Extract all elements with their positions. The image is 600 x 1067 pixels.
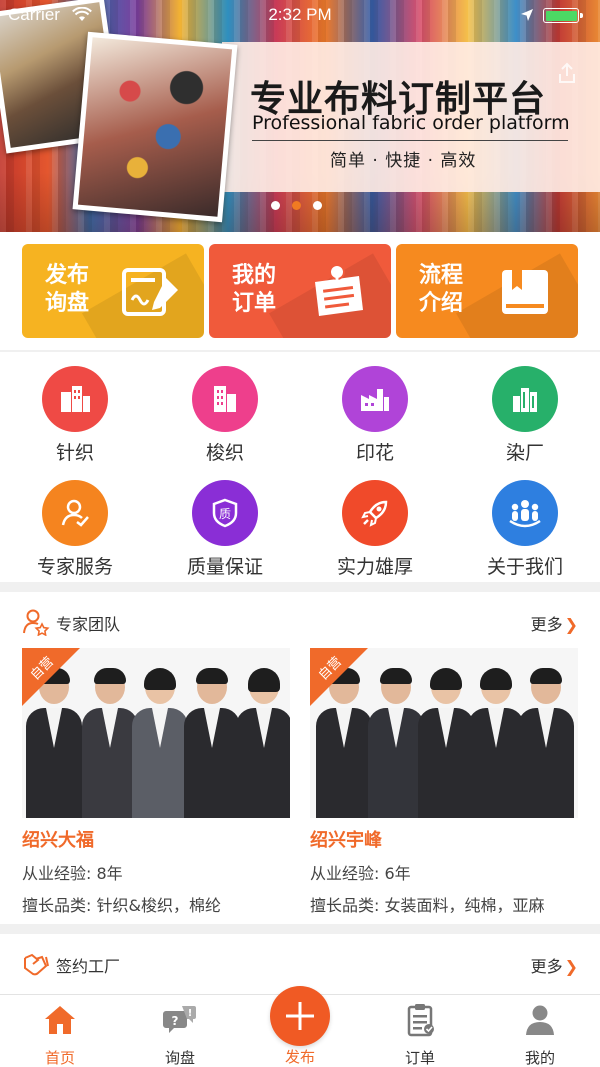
- expert-photo: 自营: [22, 648, 290, 818]
- share-icon[interactable]: [556, 62, 578, 84]
- model-photo-2: [72, 31, 238, 223]
- category-label: 质量保证: [186, 556, 263, 578]
- section-header: 签约工厂 更多 ❯: [0, 934, 600, 990]
- edit-form-icon: [122, 268, 178, 316]
- self-operated-badge: [22, 648, 80, 706]
- svg-text:质: 质: [219, 507, 231, 521]
- category-label: 针织: [55, 442, 94, 464]
- category-label: 实力雄厚: [336, 556, 413, 578]
- section-title: 签约工厂: [56, 957, 121, 976]
- tab-home[interactable]: 首页: [0, 1003, 120, 1067]
- category-quality[interactable]: 质 质量保证: [150, 480, 300, 579]
- banner-divider: [252, 140, 568, 141]
- tab-profile[interactable]: 我的: [480, 1003, 600, 1067]
- svg-text:!: !: [188, 1008, 193, 1019]
- signed-factory-section: 签约工厂 更多 ❯: [0, 934, 600, 994]
- publish-button[interactable]: [270, 986, 330, 1046]
- post-inquiry-button[interactable]: 发布 询盘: [22, 244, 204, 338]
- team-icon: [492, 480, 558, 546]
- category-label: 梭织: [205, 442, 244, 464]
- quick-actions: 发布 询盘 我的 订单 流程 介绍: [0, 232, 600, 350]
- category-grid: 针织 梭织 印花 染厂 专家服务 质 质量保证 实力雄厚 关于我们: [0, 352, 600, 582]
- category-label: 染厂: [505, 442, 544, 464]
- category-label: 关于我们: [486, 556, 563, 578]
- clipboard-icon: [407, 1004, 434, 1037]
- inquiry-bubble-icon: ? !: [163, 1006, 196, 1033]
- city-icon: [492, 366, 558, 432]
- clock: 2:32 PM: [268, 5, 332, 24]
- status-bar: Carrier 2:32 PM: [0, 0, 600, 30]
- pinned-note-icon: [315, 264, 363, 316]
- expert-star-icon: [23, 609, 50, 636]
- category-dyeing[interactable]: 染厂: [450, 366, 600, 465]
- expert-experience: 从业经验: 6年: [310, 864, 411, 883]
- location-arrow-icon: [521, 9, 533, 21]
- category-about-us[interactable]: 关于我们: [450, 480, 600, 579]
- plus-icon: [286, 1002, 314, 1030]
- user-check-icon: [42, 480, 108, 546]
- carousel-indicator[interactable]: [271, 201, 322, 210]
- expert-name: 绍兴大福: [22, 830, 94, 851]
- more-link[interactable]: 更多 ❯: [531, 611, 578, 635]
- category-knit[interactable]: 针织: [0, 366, 150, 465]
- expert-categories: 擅长品类: 针织&梭织，棉纶: [22, 896, 221, 915]
- office-building-icon: [192, 366, 258, 432]
- expert-name: 绍兴宇峰: [310, 830, 382, 851]
- category-print[interactable]: 印花: [300, 366, 450, 465]
- expert-categories: 擅长品类: 女装面料，纯棉，亚麻: [310, 896, 545, 915]
- banner-carousel[interactable]: 专业布料订制平台 Professional fabric order platf…: [0, 0, 600, 232]
- carousel-dot-active[interactable]: [292, 201, 301, 210]
- home-icon: [45, 1006, 75, 1034]
- chevron-right-icon: ❯: [564, 957, 578, 976]
- rocket-icon: [342, 480, 408, 546]
- expert-card[interactable]: 自营 绍兴宇峰 从业经验: 6年 擅长品类: 女装面料，纯棉，亚麻: [310, 648, 578, 916]
- section-title: 专家团队: [56, 615, 121, 634]
- expert-card[interactable]: 自营 绍兴大福 从业经验: 8年 擅长品类: 针织&梭织，棉纶: [22, 648, 290, 916]
- book-icon: [502, 270, 548, 314]
- my-orders-button[interactable]: 我的 订单: [209, 244, 391, 338]
- self-operated-badge: [310, 648, 368, 706]
- banner-subtitle: Professional fabric order platform: [252, 112, 570, 134]
- svg-text:?: ?: [172, 1014, 179, 1028]
- quality-icon: 质: [192, 480, 258, 546]
- category-strength[interactable]: 实力雄厚: [300, 480, 450, 579]
- chevron-right-icon: ❯: [564, 615, 578, 634]
- expert-team-section: 专家团队 更多 ❯ 自营 绍兴大福 从业经验: 8年 擅长品类: 针织&梭织，棉纶…: [0, 592, 600, 924]
- tab-publish-label: 发布: [284, 1048, 315, 1066]
- category-woven[interactable]: 梭织: [150, 366, 300, 465]
- expert-photo: 自营: [310, 648, 578, 818]
- buildings-icon: [42, 366, 108, 432]
- category-label: 专家服务: [36, 556, 113, 578]
- profile-icon: [526, 1005, 554, 1035]
- expert-experience: 从业经验: 8年: [22, 864, 123, 883]
- category-label: 印花: [355, 442, 394, 464]
- carousel-dot[interactable]: [313, 201, 322, 210]
- process-intro-button[interactable]: 流程 介绍: [396, 244, 578, 338]
- more-link[interactable]: 更多 ❯: [531, 953, 578, 977]
- category-expert-service[interactable]: 专家服务: [0, 480, 150, 579]
- battery-icon: [543, 8, 583, 23]
- factory-icon: [342, 366, 408, 432]
- tab-orders[interactable]: 订单: [360, 1003, 480, 1067]
- carousel-dot[interactable]: [271, 201, 280, 210]
- handshake-icon: [24, 953, 49, 976]
- section-header: 专家团队 更多 ❯: [0, 592, 600, 648]
- tab-inquiry[interactable]: ? ! 询盘: [120, 1003, 240, 1067]
- banner-tagline: 简单 · 快捷 · 高效: [330, 151, 477, 171]
